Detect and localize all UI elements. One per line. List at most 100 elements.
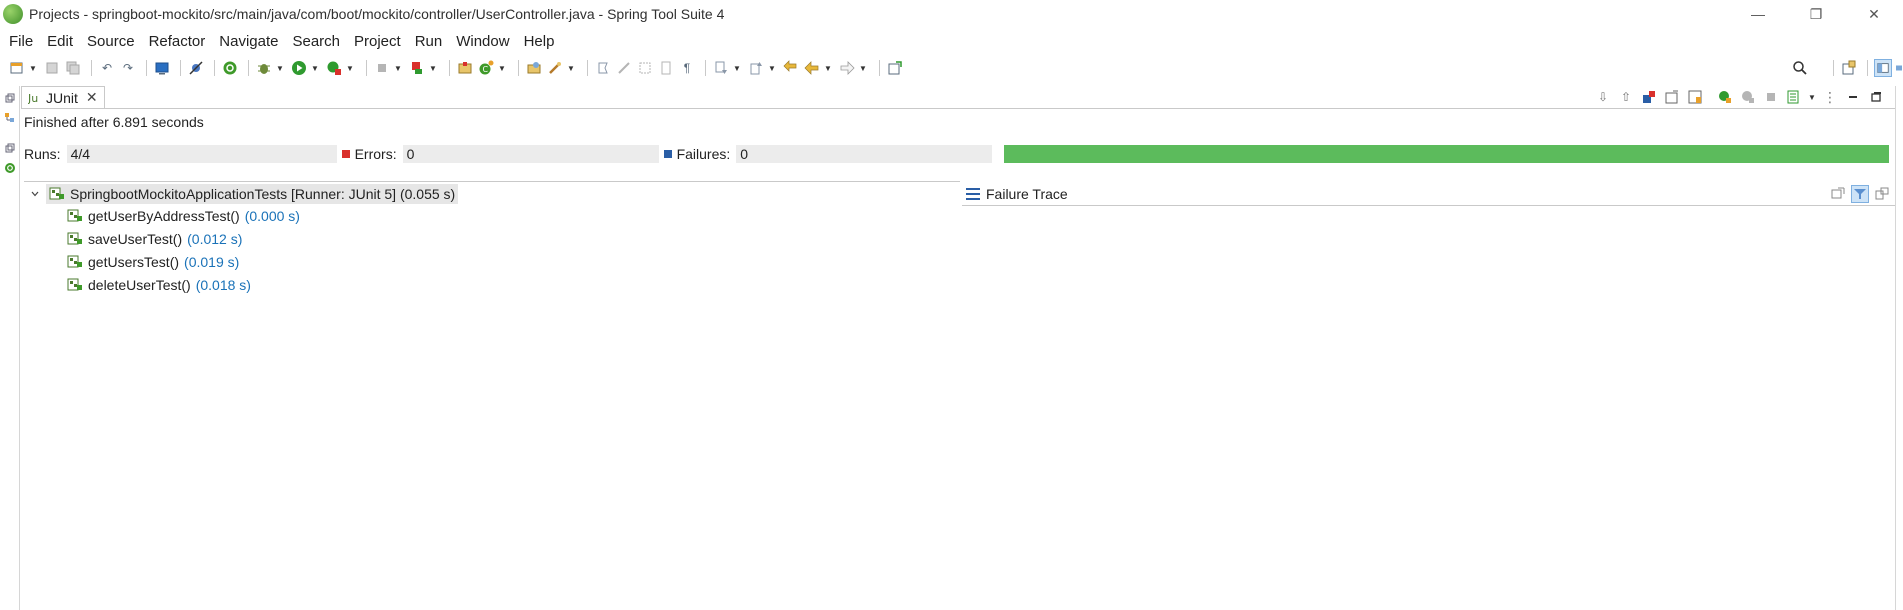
test-time: (0.019 s) <box>184 253 240 270</box>
forward-dropdown-icon[interactable]: ▼ <box>859 59 867 77</box>
search-icon[interactable] <box>1791 59 1809 77</box>
menu-project[interactable]: Project <box>347 33 408 50</box>
spring-boot-icon[interactable] <box>221 59 239 77</box>
menu-edit[interactable]: Edit <box>40 33 80 50</box>
menu-file[interactable]: File <box>2 33 40 50</box>
whitespace-icon[interactable]: ¶ <box>678 59 696 77</box>
back-dropdown-icon[interactable]: ▼ <box>824 59 832 77</box>
new-java-package-icon[interactable] <box>456 59 474 77</box>
external-tools-icon[interactable] <box>408 59 426 77</box>
scroll-lock-icon[interactable] <box>1686 88 1704 106</box>
restore-view-icon[interactable] <box>4 92 16 104</box>
terminal-icon[interactable] <box>153 59 171 77</box>
restore-view-icon[interactable] <box>4 142 16 154</box>
new-class-icon[interactable]: C <box>477 59 495 77</box>
tree-item[interactable]: getUserByAddressTest() (0.000 s) <box>28 204 458 227</box>
test-progress-bar <box>1004 145 1889 163</box>
tree-root[interactable]: SpringbootMockitoApplicationTests [Runne… <box>28 184 459 204</box>
rerun-icon[interactable] <box>1716 88 1734 106</box>
block-select-icon[interactable] <box>636 59 654 77</box>
coverage-dropdown-icon[interactable]: ▼ <box>346 59 354 77</box>
last-edit-icon[interactable] <box>782 59 800 77</box>
menu-source[interactable]: Source <box>80 33 142 50</box>
title-bar: Projects - springboot-mockito/src/main/j… <box>0 0 1903 28</box>
chevron-down-icon[interactable] <box>28 189 42 199</box>
tree-item[interactable]: deleteUserTest() (0.018 s) <box>28 273 458 296</box>
coverage-icon[interactable] <box>325 59 343 77</box>
maximize-icon[interactable] <box>1867 88 1885 106</box>
menu-bar: File Edit Source Refactor Navigate Searc… <box>0 30 561 52</box>
toggle-mark-icon[interactable] <box>594 59 612 77</box>
back-icon[interactable] <box>803 59 821 77</box>
previous-failure-icon[interactable]: ⇧ <box>1617 88 1635 106</box>
stop-dropdown-icon[interactable]: ▼ <box>394 59 402 77</box>
copy-trace-icon[interactable] <box>1873 185 1891 203</box>
save-icon[interactable] <box>43 59 61 77</box>
search-tool-dropdown-icon[interactable]: ▼ <box>567 59 575 77</box>
main-toolbar: ▼ ↶ ↷ ▼ ▼ ▼ ▼ ▼ C ▼ ▼ ¶ ▼ ▼ ▼ ▼ <box>0 56 1903 80</box>
next-annotation-icon[interactable] <box>712 59 730 77</box>
filter-stack-icon[interactable] <box>1851 185 1869 203</box>
menu-help[interactable]: Help <box>517 33 562 50</box>
java-perspective-icon[interactable] <box>1874 59 1892 77</box>
tree-item[interactable]: getUsersTest() (0.019 s) <box>28 250 458 273</box>
stop-run-icon[interactable] <box>1762 88 1780 106</box>
new-icon[interactable] <box>8 59 26 77</box>
runs-label: Runs: <box>24 146 61 162</box>
prev-annotation-dropdown-icon[interactable]: ▼ <box>768 59 776 77</box>
run-status: Finished after 6.891 seconds <box>24 114 204 130</box>
edit-icon[interactable] <box>615 59 633 77</box>
view-menu-icon[interactable]: ⋮ <box>1821 88 1839 106</box>
stop-icon[interactable] <box>373 59 391 77</box>
skipped-icon[interactable] <box>1663 88 1681 106</box>
redo-icon[interactable]: ↷ <box>119 59 137 77</box>
next-annotation-dropdown-icon[interactable]: ▼ <box>733 59 741 77</box>
tree-root-selection[interactable]: SpringbootMockitoApplicationTests [Runne… <box>46 184 459 204</box>
menu-navigate[interactable]: Navigate <box>212 33 285 50</box>
run-icon[interactable] <box>290 59 308 77</box>
toolbar-separator <box>449 60 450 76</box>
undo-icon[interactable]: ↶ <box>98 59 116 77</box>
history-dropdown-icon[interactable]: ▼ <box>1808 88 1816 106</box>
debug-icon[interactable] <box>255 59 273 77</box>
external-tools-dropdown-icon[interactable]: ▼ <box>429 59 437 77</box>
new-class-dropdown-icon[interactable]: ▼ <box>498 59 506 77</box>
next-failure-icon[interactable]: ⇩ <box>1594 88 1612 106</box>
restore-window-button[interactable]: ❐ <box>1787 0 1845 28</box>
menu-window[interactable]: Window <box>449 33 516 50</box>
history-icon[interactable] <box>1785 88 1803 106</box>
minimize-window-button[interactable]: — <box>1729 0 1787 28</box>
runs-value: 4/4 <box>66 145 337 163</box>
run-dropdown-icon[interactable]: ▼ <box>311 59 319 77</box>
failure-icon <box>663 150 672 158</box>
forward-icon[interactable] <box>838 59 856 77</box>
new-dropdown-icon[interactable]: ▼ <box>29 59 37 77</box>
close-window-button[interactable]: ✕ <box>1845 0 1903 28</box>
rerun-failed-icon[interactable] <box>1739 88 1757 106</box>
menu-run[interactable]: Run <box>408 33 450 50</box>
menu-refactor[interactable]: Refactor <box>142 33 213 50</box>
close-icon[interactable]: ✕ <box>86 89 98 106</box>
error-icon <box>341 150 350 158</box>
search-tool-icon[interactable] <box>546 59 564 77</box>
tab-junit[interactable]: Ju JUnit ✕ <box>21 86 105 108</box>
prev-annotation-icon[interactable] <box>747 59 765 77</box>
boot-dashboard-icon[interactable] <box>4 162 16 174</box>
failures-only-icon[interactable] <box>1640 88 1658 106</box>
menu-search[interactable]: Search <box>285 33 347 50</box>
package-explorer-icon[interactable] <box>4 112 16 124</box>
open-perspective-icon[interactable] <box>1840 59 1858 77</box>
skip-breakpoints-icon[interactable] <box>187 59 205 77</box>
toolbar-separator <box>366 60 367 76</box>
test-success-icon <box>67 254 83 270</box>
open-type-icon[interactable] <box>525 59 543 77</box>
debug-dropdown-icon[interactable]: ▼ <box>276 59 284 77</box>
compare-results-icon[interactable] <box>1829 185 1847 203</box>
word-wrap-icon[interactable] <box>657 59 675 77</box>
save-all-icon[interactable] <box>64 59 82 77</box>
tree-item[interactable]: saveUserTest() (0.012 s) <box>28 227 458 250</box>
spring-perspective-icon[interactable] <box>1895 59 1903 77</box>
junit-icon: Ju <box>28 91 42 105</box>
pin-editor-icon[interactable] <box>886 59 904 77</box>
minimize-icon[interactable] <box>1844 88 1862 106</box>
